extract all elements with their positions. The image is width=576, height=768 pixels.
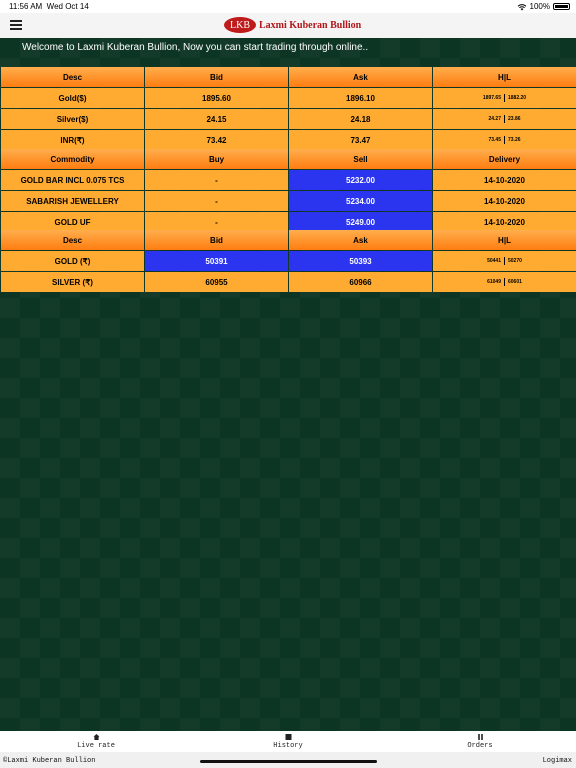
- high-low-cell: 24.27 23.86: [433, 109, 576, 129]
- low-value: 73.26: [508, 137, 521, 143]
- tab-live-rate[interactable]: Live rate: [56, 733, 136, 750]
- delivery-date-cell: 14-10-2020: [433, 212, 576, 232]
- home-indicator[interactable]: [200, 760, 377, 763]
- high-value: 50441: [487, 258, 501, 264]
- wifi-icon: [517, 3, 526, 10]
- table-row: GOLD (₹) 50391 50393 50441 50270: [1, 251, 576, 271]
- desc-cell: Silver($): [1, 109, 144, 129]
- commodity-table: Commodity Buy Sell Delivery GOLD BAR INC…: [1, 149, 576, 233]
- status-bar: 11:56 AM Wed Oct 14 100%: [0, 0, 576, 13]
- high-low-cell: 73.45 73.26: [433, 130, 576, 150]
- table-row: INR(₹) 73.42 73.47 73.45 73.26: [1, 130, 576, 150]
- column-header-ask: Ask: [289, 230, 432, 250]
- bid-cell: 50391: [145, 251, 288, 271]
- buy-cell: -: [145, 212, 288, 232]
- bid-cell: 73.42: [145, 130, 288, 150]
- commodity-name-cell: GOLD UF: [1, 212, 144, 232]
- table-row: Gold($) 1895.60 1896.10 1897.65 1882.20: [1, 88, 576, 108]
- tab-label: History: [273, 742, 303, 750]
- spot-rates-table: Desc Bid Ask H|L Gold($) 1895.60 1896.10…: [1, 67, 576, 151]
- desc-cell: INR(₹): [1, 130, 144, 150]
- column-header-hl: H|L: [433, 67, 576, 87]
- desc-cell: SILVER (₹): [1, 272, 144, 292]
- welcome-marquee: Welcome to Laxmi Kuberan Bullion, Now yo…: [22, 42, 369, 53]
- ask-cell: 1896.10: [289, 88, 432, 108]
- commodity-name-cell: GOLD BAR INCL 0.075 TCS: [1, 170, 144, 190]
- main-content: Welcome to Laxmi Kuberan Bullion, Now yo…: [0, 38, 576, 731]
- sell-price-button[interactable]: 5232.00: [289, 170, 432, 190]
- bid-cell: 1895.60: [145, 88, 288, 108]
- column-header-bid: Bid: [145, 230, 288, 250]
- low-value: 50270: [508, 258, 522, 264]
- column-header-hl: H|L: [433, 230, 576, 250]
- table-header-row: Desc Bid Ask H|L: [1, 230, 576, 250]
- high-value: 24.27: [488, 116, 501, 122]
- high-low-cell: 1897.65 1882.20: [433, 88, 576, 108]
- buy-cell: -: [145, 191, 288, 211]
- ask-cell: 24.18: [289, 109, 432, 129]
- developer-credit: Logimax: [542, 757, 572, 765]
- low-value: 60601: [508, 279, 522, 285]
- bid-cell: 60955: [145, 272, 288, 292]
- tab-history[interactable]: History: [248, 733, 328, 750]
- column-header-bid: Bid: [145, 67, 288, 87]
- history-icon: [285, 734, 291, 740]
- orders-icon: [477, 734, 483, 740]
- delivery-date-cell: 14-10-2020: [433, 191, 576, 211]
- high-low-cell: 61049 60601: [433, 272, 576, 292]
- battery-percent: 100%: [529, 2, 550, 11]
- ask-cell: 73.47: [289, 130, 432, 150]
- tab-label: Orders: [467, 742, 493, 750]
- table-header-row: Desc Bid Ask H|L: [1, 67, 576, 87]
- high-value: 73.45: [488, 137, 501, 143]
- column-header-desc: Desc: [1, 67, 144, 87]
- column-header-delivery: Delivery: [433, 149, 576, 169]
- low-value: 1882.20: [508, 95, 527, 101]
- delivery-date-cell: 14-10-2020: [433, 170, 576, 190]
- sell-price-button[interactable]: 5234.00: [289, 191, 432, 211]
- app-header: LKB Laxmi Kuberan Bullion: [0, 13, 576, 38]
- tab-label: Live rate: [77, 742, 115, 750]
- copyright-text: ©Laxmi Kuberan Bullion: [3, 757, 96, 765]
- low-value: 23.86: [508, 116, 521, 122]
- status-right: 100%: [517, 2, 570, 11]
- brand-logo: LKB Laxmi Kuberan Bullion: [224, 15, 361, 35]
- ask-cell: 50393: [289, 251, 432, 271]
- column-header-buy: Buy: [145, 149, 288, 169]
- battery-icon: [553, 3, 570, 10]
- buy-cell: -: [145, 170, 288, 190]
- high-value: 61049: [487, 279, 501, 285]
- column-header-sell: Sell: [289, 149, 432, 169]
- table-row[interactable]: GOLD UF - 5249.00 14-10-2020: [1, 212, 576, 232]
- column-header-desc: Desc: [1, 230, 144, 250]
- hamburger-menu-icon[interactable]: [10, 20, 22, 30]
- high-value: 1897.65: [482, 95, 501, 101]
- brand-name: Laxmi Kuberan Bullion: [259, 19, 362, 31]
- column-header-commodity: Commodity: [1, 149, 144, 169]
- desc-cell: GOLD (₹): [1, 251, 144, 271]
- tab-orders[interactable]: Orders: [440, 733, 520, 750]
- commodity-name-cell: SABARISH JEWELLERY: [1, 191, 144, 211]
- footer: ©Laxmi Kuberan Bullion Logimax: [0, 752, 576, 768]
- column-header-ask: Ask: [289, 67, 432, 87]
- table-header-row: Commodity Buy Sell Delivery: [1, 149, 576, 169]
- sell-price-button[interactable]: 5249.00: [289, 212, 432, 232]
- bottom-tab-bar: Live rate History Orders: [0, 731, 576, 752]
- bid-cell: 24.15: [145, 109, 288, 129]
- lkb-logo-badge: LKB: [224, 17, 256, 33]
- table-row: SILVER (₹) 60955 60966 61049 60601: [1, 272, 576, 292]
- table-row[interactable]: SABARISH JEWELLERY - 5234.00 14-10-2020: [1, 191, 576, 211]
- home-icon: [93, 734, 99, 740]
- ask-cell: 60966: [289, 272, 432, 292]
- status-time: 11:56 AM Wed Oct 14: [9, 2, 89, 11]
- local-rates-table: Desc Bid Ask H|L GOLD (₹) 50391 50393 50…: [1, 230, 576, 293]
- table-row[interactable]: GOLD BAR INCL 0.075 TCS - 5232.00 14-10-…: [1, 170, 576, 190]
- high-low-cell: 50441 50270: [433, 251, 576, 271]
- desc-cell: Gold($): [1, 88, 144, 108]
- table-row: Silver($) 24.15 24.18 24.27 23.86: [1, 109, 576, 129]
